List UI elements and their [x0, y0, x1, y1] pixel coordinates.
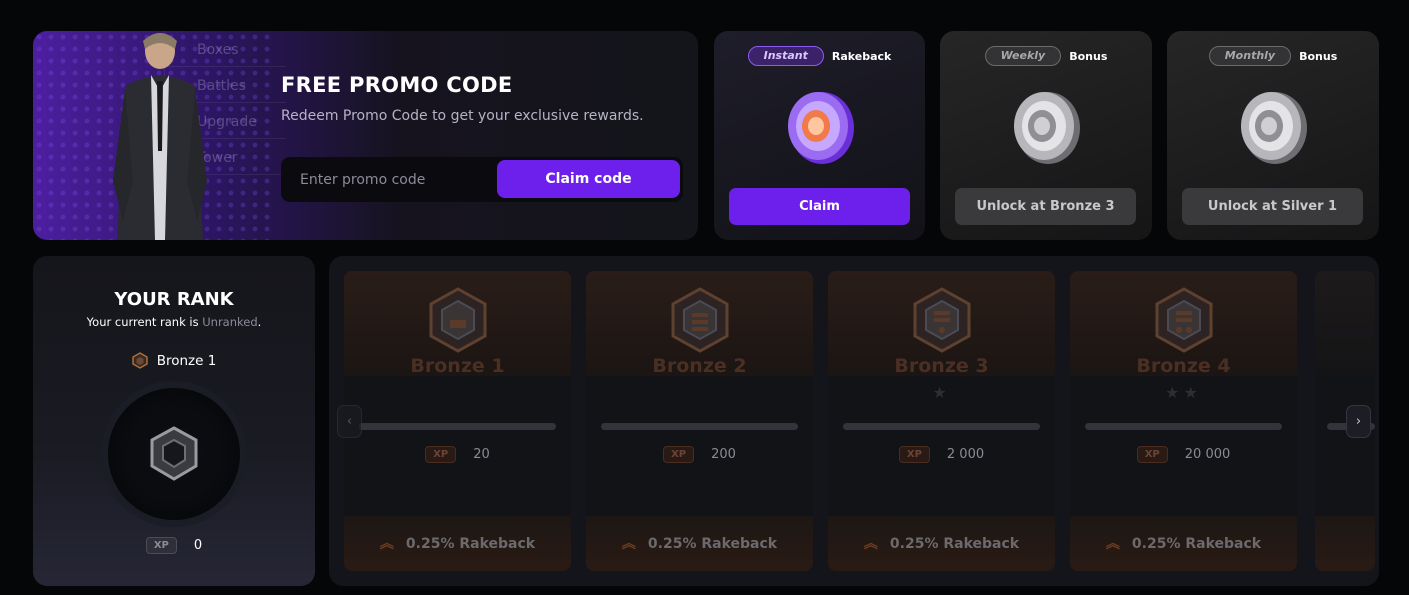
tier-xp: XP 20 000 — [1070, 446, 1297, 463]
carousel-next-button[interactable]: › — [1346, 405, 1371, 438]
tier-xp-value: 20 000 — [1184, 447, 1231, 462]
double-chevron-up-icon: ︽ — [379, 535, 394, 552]
xp-tag: XP — [898, 446, 930, 463]
double-chevron-up-icon: ︽ — [621, 535, 636, 552]
tier-name: Bronze 1 — [410, 355, 505, 377]
tier-progress-bar — [1085, 423, 1282, 430]
current-rank-label: Bronze 1 — [156, 352, 217, 369]
rank-subtitle: Your current rank is Unranked. — [33, 315, 315, 329]
tier-card-bronze-4: Bronze 4 ★★ XP 20 000 ︽ 0.25% Rakeback — [1070, 271, 1297, 571]
tier-name: Bronze 4 — [1136, 355, 1231, 377]
tier-reward: ︽ 0.25% Rakeback — [828, 516, 1055, 571]
tier-reward: ︽ 0.25% Rakeback — [344, 516, 571, 571]
silver-coin-icon — [1241, 92, 1307, 164]
rank-tiers-carousel: Bronze 1 XP 20 ︽ 0.25% Rakeback Bronze 2… — [329, 256, 1379, 586]
tier-reward-label: 0.25% Rakeback — [1131, 535, 1262, 552]
reward-header: Monthly Bonus — [1167, 46, 1379, 66]
rank-subtitle-prefix: Your current rank is — [86, 315, 203, 329]
tier-name: Bronze 3 — [894, 355, 989, 377]
double-chevron-up-icon: ︽ — [1105, 535, 1120, 552]
unlock-button[interactable]: Unlock at Silver 1 — [1182, 188, 1363, 225]
reward-card-weekly: Weekly Bonus Unlock at Bronze 3 — [940, 31, 1152, 240]
tier-reward: ︽ 0.25% Rakeback — [1070, 516, 1297, 571]
promo-panel: Boxes Battles Upgrade Tower FREE PROMO C… — [33, 31, 698, 240]
unlock-button[interactable]: Unlock at Bronze 3 — [955, 188, 1136, 225]
bronze-tier-icon — [1155, 287, 1213, 353]
promo-subtitle: Redeem Promo Code to get your exclusive … — [281, 108, 644, 124]
tier-header-bg — [1315, 271, 1375, 376]
unranked-hexagon-icon — [150, 426, 198, 481]
xp-tag: XP — [425, 446, 457, 463]
reward-type-badge: Weekly — [984, 46, 1062, 66]
tier-progress-bar — [601, 423, 798, 430]
tier-reward-label: 0.25% Rakeback — [889, 535, 1020, 552]
tier-card-bronze-1: Bronze 1 XP 20 ︽ 0.25% Rakeback — [344, 271, 571, 571]
promo-code-input[interactable] — [281, 157, 495, 202]
tier-stars: ★ — [932, 383, 951, 402]
tier-stars: ★★ — [1165, 383, 1202, 402]
tier-xp: XP 2 000 — [828, 446, 1055, 463]
promo-title: FREE PROMO CODE — [281, 73, 513, 97]
rank-title: YOUR RANK — [114, 289, 234, 310]
rank-xp: XP 0 — [33, 537, 315, 554]
reward-type-badge: Instant — [747, 46, 824, 66]
bronze-rank-icon — [131, 352, 148, 369]
carousel-prev-button[interactable]: ‹ — [337, 405, 362, 438]
reward-card-instant: Instant Rakeback Claim — [714, 31, 925, 240]
tier-reward — [1315, 516, 1375, 571]
tier-xp: XP 20 — [344, 446, 571, 463]
xp-tag: XP — [663, 446, 695, 463]
tier-xp-value: 200 — [711, 447, 736, 462]
tier-reward-label: 0.25% Rakeback — [405, 535, 536, 552]
tier-xp-value: 2 000 — [946, 447, 985, 462]
xp-value: 0 — [193, 538, 203, 553]
claim-button[interactable]: Claim — [729, 188, 910, 225]
reward-label: Bonus — [1069, 49, 1108, 63]
bronze-tier-icon — [671, 287, 729, 353]
rank-subtitle-suffix: . — [257, 315, 262, 329]
tier-xp: XP 200 — [586, 446, 813, 463]
reward-type-badge: Monthly — [1208, 46, 1292, 66]
tier-card-bronze-2: Bronze 2 XP 200 ︽ 0.25% Rakeback — [586, 271, 813, 571]
claim-code-button[interactable]: Claim code — [497, 160, 680, 198]
reward-header: Weekly Bonus — [940, 46, 1152, 66]
current-rank: Bronze 1 — [33, 352, 315, 369]
reward-card-monthly: Monthly Bonus Unlock at Silver 1 — [1167, 31, 1379, 240]
bronze-tier-icon — [913, 287, 971, 353]
tier-progress-bar — [359, 423, 556, 430]
rank-badge — [108, 388, 240, 520]
purple-coin-icon — [787, 92, 854, 164]
double-chevron-up-icon: ︽ — [863, 535, 878, 552]
reward-label: Bonus — [1299, 49, 1338, 63]
your-rank-panel: YOUR RANK Your current rank is Unranked.… — [33, 256, 315, 586]
character-illustration — [113, 33, 207, 240]
tier-xp-value: 20 — [473, 447, 490, 462]
promo-form: Claim code — [281, 157, 683, 202]
tier-progress-bar — [843, 423, 1040, 430]
silver-coin-icon — [1014, 92, 1080, 164]
xp-tag: XP — [1136, 446, 1168, 463]
tier-reward: ︽ 0.25% Rakeback — [586, 516, 813, 571]
tier-card-bronze-3: Bronze 3 ★ XP 2 000 ︽ 0.25% Rakeback — [828, 271, 1055, 571]
reward-header: Instant Rakeback — [714, 46, 925, 66]
rank-status: Unranked — [202, 315, 258, 329]
xp-tag: XP — [145, 537, 177, 554]
tier-reward-label: 0.25% Rakeback — [647, 535, 778, 552]
reward-label: Rakeback — [831, 49, 892, 63]
tier-name: Bronze 2 — [652, 355, 747, 377]
bronze-tier-icon — [429, 287, 487, 353]
